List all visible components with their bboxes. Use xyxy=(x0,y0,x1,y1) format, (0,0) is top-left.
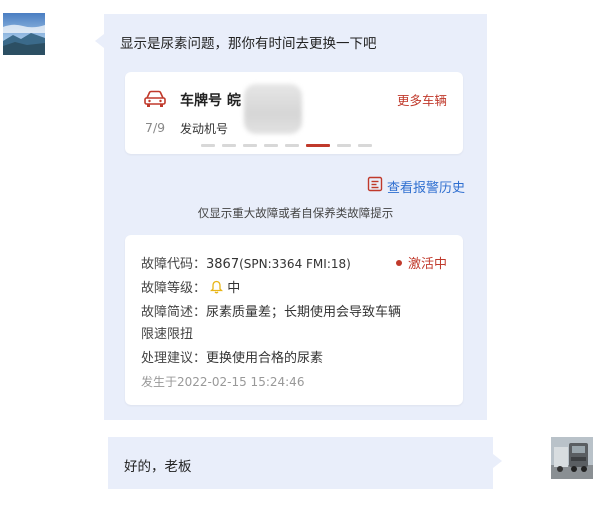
pager-dot[interactable] xyxy=(306,144,330,147)
vehicle-card[interactable]: 车牌号 皖 更多车辆 7/9 发动机号 xyxy=(125,72,463,154)
alarm-history-label: 查看报警历史 xyxy=(386,180,465,196)
fault-code-value: 3867 xyxy=(206,257,240,272)
outgoing-message-bubble[interactable]: 好的，老板 xyxy=(108,437,502,489)
fault-desc-value: 尿素质量差；长期使用会导致车辆 xyxy=(206,305,402,320)
fault-code-label: 故障代码： xyxy=(141,257,207,272)
fault-timestamp: 发生于2022-02-15 15:24:46 xyxy=(141,375,305,389)
redacted-plate xyxy=(244,84,302,134)
more-vehicles-link[interactable]: 更多车辆 xyxy=(397,90,447,109)
fault-desc-label: 故障简述： xyxy=(141,305,207,320)
user-avatar[interactable] xyxy=(551,437,593,479)
bubble-tail xyxy=(493,454,502,468)
pager-dot[interactable] xyxy=(243,144,257,147)
bubble-tail xyxy=(95,34,104,48)
alarm-history-link[interactable]: 查看报警历史 xyxy=(367,176,465,196)
fault-advice-label: 处理建议： xyxy=(141,351,207,366)
fault-status: 激活中 xyxy=(395,253,447,272)
pager-dot[interactable] xyxy=(337,144,351,147)
fault-notice: 仅显示重大故障或者自保养类故障提示 xyxy=(197,206,394,220)
fault-desc-row: 故障简述：尿素质量差；长期使用会导致车辆 xyxy=(141,301,401,320)
fault-advice-value: 更换使用合格的尿素 xyxy=(206,351,324,366)
pager-dot[interactable] xyxy=(264,144,278,147)
fault-card[interactable]: 故障代码：3867(SPN:3364 FMI:18) 激活中 故障等级： 中 故… xyxy=(125,235,463,405)
fault-code-detail: (SPN:3364 FMI:18) xyxy=(239,257,351,271)
pager-dot[interactable] xyxy=(222,144,236,147)
pager-dot[interactable] xyxy=(201,144,215,147)
vehicle-page-indicator: 7/9 xyxy=(145,120,166,135)
car-icon xyxy=(143,90,167,112)
fault-advice-row: 处理建议：更换使用合格的尿素 xyxy=(141,347,323,366)
sender-avatar[interactable] xyxy=(3,13,45,55)
outgoing-message-text: 好的，老板 xyxy=(124,459,192,475)
pager-dot[interactable] xyxy=(285,144,299,147)
incoming-message-bubble[interactable]: 显示是尿素问题，那你有时间去更换一下吧 车牌号 皖 更多车辆 7/9 发动机号 xyxy=(95,14,487,420)
fault-code-row: 故障代码：3867(SPN:3364 FMI:18) xyxy=(141,253,351,272)
fault-level-value: 中 xyxy=(227,281,241,296)
incoming-message-text: 显示是尿素问题，那你有时间去更换一下吧 xyxy=(120,36,377,52)
status-dot-icon xyxy=(395,259,402,266)
fault-level-label: 故障等级： xyxy=(141,281,207,296)
bell-icon xyxy=(210,280,224,298)
fault-desc-continuation: 限速限扭 xyxy=(141,327,194,342)
pager-dot[interactable] xyxy=(358,144,372,147)
plate-label: 车牌号 皖 xyxy=(180,93,241,109)
engine-number-label: 发动机号 xyxy=(180,122,229,136)
report-icon xyxy=(367,176,383,196)
fault-status-label: 激活中 xyxy=(407,257,447,272)
fault-level-row: 故障等级： 中 xyxy=(141,277,240,298)
